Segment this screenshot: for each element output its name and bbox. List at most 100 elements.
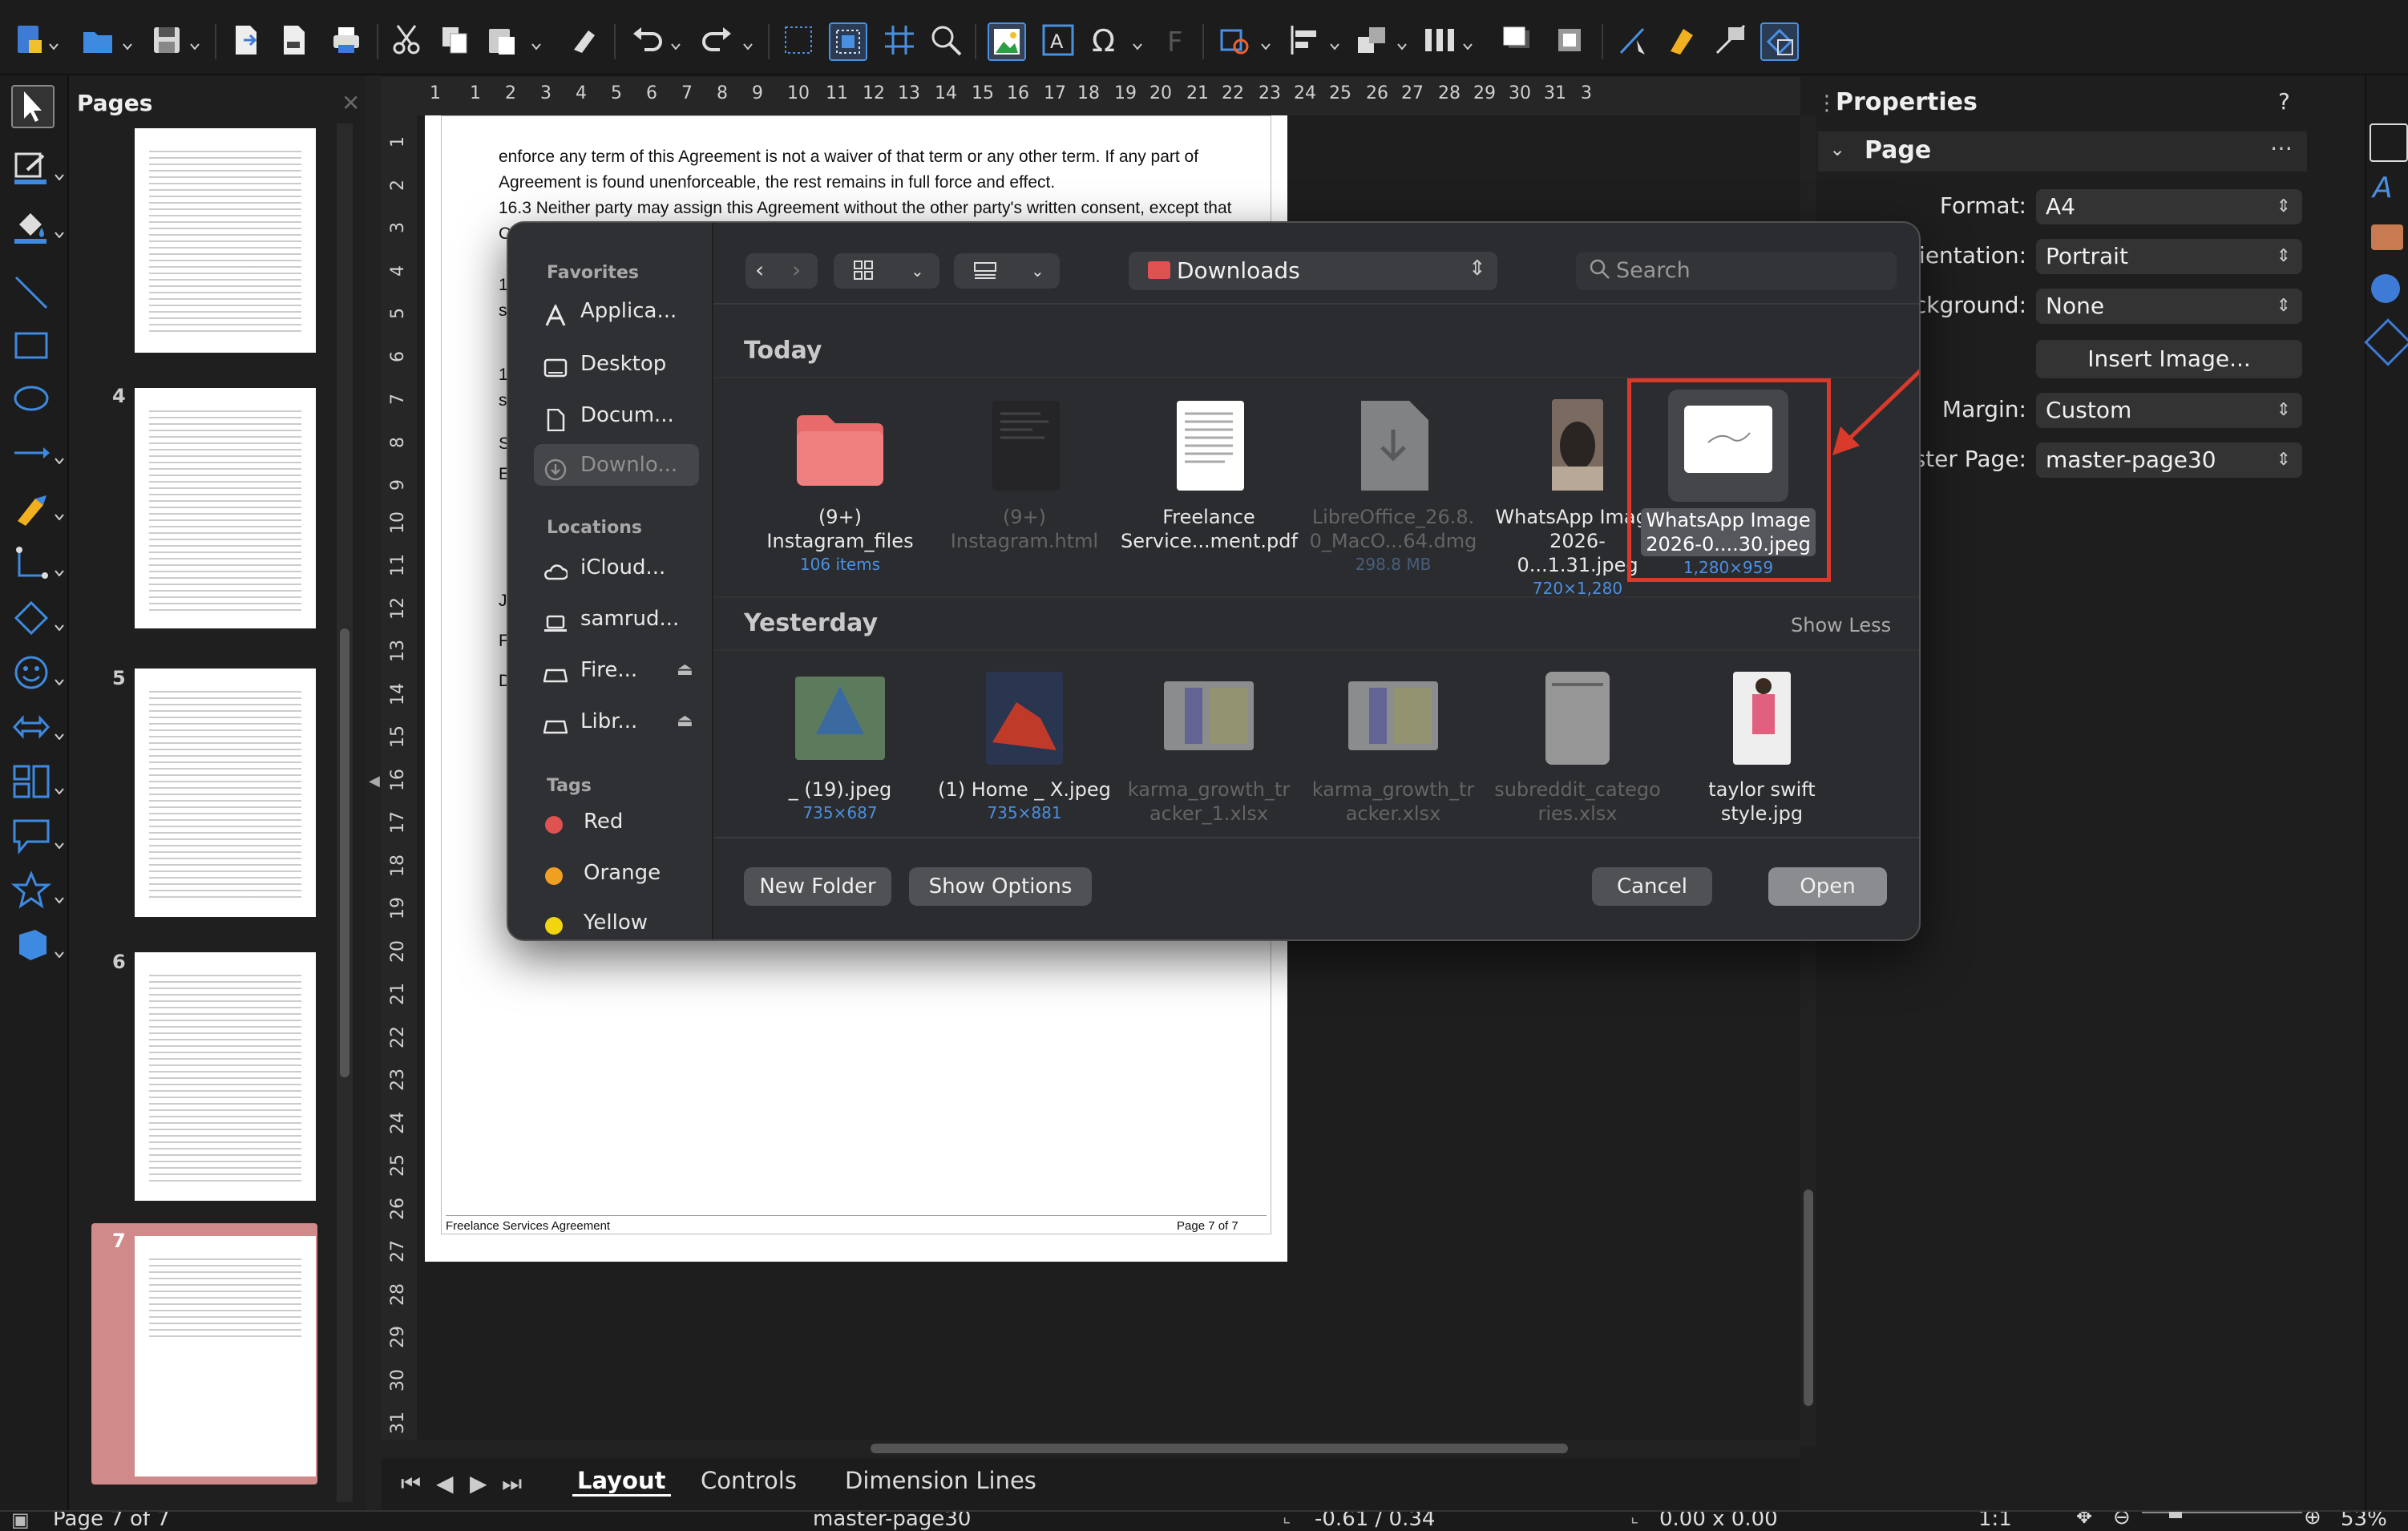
chevron-down-icon[interactable]	[1329, 38, 1340, 50]
zoom-slider[interactable]	[2142, 1512, 2302, 1513]
master-page-select[interactable]: master-page30 ⇕	[2036, 442, 2302, 478]
fit-page-icon[interactable]: ✥	[2076, 1512, 2092, 1528]
page-thumbnail-7[interactable]	[135, 1236, 316, 1476]
properties-deck-icon[interactable]	[2370, 123, 2408, 162]
group-by-button[interactable]: ⌄	[954, 253, 1060, 289]
file-item-selected[interactable]: WhatsApp Image 2026-0....30.jpeg 1,280×9…	[1640, 390, 1816, 577]
chevron-down-icon[interactable]	[1396, 38, 1408, 50]
chevron-down-icon[interactable]	[55, 226, 64, 239]
callout-icon[interactable]	[11, 816, 51, 856]
open-folder-icon[interactable]	[80, 22, 115, 58]
special-character-icon[interactable]: Ω	[1089, 22, 1124, 58]
chevron-down-icon[interactable]	[48, 38, 59, 50]
transform-icon[interactable]	[1217, 22, 1252, 58]
next-page-icon[interactable]: ▶	[470, 1470, 487, 1497]
file-item[interactable]: _ (19).jpeg 735×687	[752, 670, 928, 822]
textbox-icon[interactable]: A	[1040, 22, 1076, 58]
block-arrows-icon[interactable]	[11, 707, 51, 747]
paste-icon[interactable]	[484, 22, 519, 58]
orientation-select[interactable]: Portrait ⇕	[2036, 239, 2302, 274]
more-options-icon[interactable]: ⋯	[2270, 135, 2293, 161]
file-item[interactable]: LibreOffice_26.8. 0_MacO...64.dmg 298.8 …	[1305, 398, 1481, 574]
clear-format-icon[interactable]	[566, 22, 601, 58]
chevron-down-icon[interactable]	[55, 946, 64, 959]
background-select[interactable]: None ⇕	[2036, 289, 2302, 324]
shadow-icon[interactable]	[1501, 22, 1536, 58]
chevron-down-icon[interactable]	[122, 38, 133, 50]
image-icon[interactable]	[988, 22, 1026, 61]
chevron-down-icon[interactable]	[189, 38, 200, 50]
zoom-icon[interactable]	[928, 22, 964, 58]
view-mode-button[interactable]: ⌄	[834, 253, 939, 289]
glue-icon[interactable]	[1664, 22, 1699, 58]
chevron-down-icon[interactable]	[55, 508, 64, 521]
horizontal-ruler[interactable]: 1 1 2 3 4 5 6 7 8 9 10 11 12 13 14 15 16 17 18 19 20 21 22 23 24…	[382, 77, 1800, 115]
document-modified-icon[interactable]: ▣	[11, 1512, 30, 1531]
open-button[interactable]: Open	[1768, 867, 1887, 906]
3d-objects-icon[interactable]	[11, 925, 51, 965]
align-icon[interactable]	[1287, 22, 1323, 58]
chevron-down-icon[interactable]	[55, 619, 64, 632]
prev-page-icon[interactable]: ◀	[436, 1470, 454, 1497]
points-icon[interactable]	[1616, 22, 1651, 58]
sidebar-item-firefox-volume[interactable]: Fire... ⏏	[534, 649, 699, 691]
show-options-button[interactable]: Show Options	[909, 867, 1092, 906]
fill-color-icon[interactable]	[11, 207, 51, 247]
chevron-down-icon[interactable]	[670, 38, 681, 50]
tag-orange[interactable]: Orange	[584, 861, 661, 885]
connector-icon[interactable]	[11, 543, 51, 584]
ellipse-icon[interactable]	[11, 378, 51, 418]
zoom-out-icon[interactable]: ⊖	[2113, 1512, 2131, 1529]
chevron-down-icon[interactable]	[1462, 38, 1473, 50]
forward-icon[interactable]: ›	[792, 257, 801, 283]
sidebar-item-home[interactable]: samrud...	[534, 598, 699, 640]
chevron-down-icon[interactable]	[55, 837, 64, 850]
cut-icon[interactable]	[390, 22, 425, 58]
save-icon[interactable]	[149, 22, 184, 58]
back-icon[interactable]: ‹	[755, 257, 764, 283]
copy-icon[interactable]	[438, 22, 473, 58]
shape-select-icon[interactable]	[1760, 22, 1799, 61]
format-select[interactable]: A4 ⇕	[2036, 189, 2302, 224]
sidebar-item-desktop[interactable]: Desktop	[534, 343, 699, 385]
curve-icon[interactable]	[11, 489, 51, 529]
file-item[interactable]: subreddit_catego ries.xlsx	[1489, 670, 1666, 826]
tag-yellow[interactable]: Yellow	[584, 911, 648, 935]
gallery-deck-icon[interactable]	[2371, 224, 2403, 250]
print-icon[interactable]	[329, 22, 364, 58]
file-item[interactable]: Freelance Service...ment.pdf	[1121, 398, 1298, 553]
file-item[interactable]: taylor swift style.jpg	[1674, 670, 1850, 826]
horizontal-scrollbar[interactable]	[382, 1440, 1800, 1457]
chevron-down-icon[interactable]	[531, 38, 542, 50]
grid-icon[interactable]	[781, 22, 816, 58]
chevron-down-icon[interactable]: ⌄	[1829, 138, 1845, 160]
chevron-down-icon[interactable]	[55, 673, 64, 686]
select-arrow-icon[interactable]	[11, 85, 55, 128]
styles-deck-icon[interactable]: A	[2373, 172, 2393, 204]
lines-arrows-icon[interactable]	[11, 433, 51, 473]
chevron-down-icon[interactable]	[55, 782, 64, 795]
location-popup[interactable]: Downloads ⇕	[1129, 252, 1497, 290]
chevron-down-icon[interactable]	[55, 168, 64, 181]
margin-select[interactable]: Custom ⇕	[2036, 393, 2302, 428]
chevron-down-icon[interactable]	[55, 564, 64, 577]
file-item[interactable]: karma_growth_tr acker_1.xlsx	[1121, 670, 1297, 826]
sidebar-item-downloads[interactable]: Downlo...	[534, 444, 699, 486]
first-page-icon[interactable]: ⏮	[401, 1470, 421, 1497]
line-icon[interactable]	[11, 273, 51, 313]
pages-scrollbar[interactable]	[337, 123, 353, 1502]
shapes-deck-icon[interactable]	[2364, 318, 2408, 366]
page-thumbnail-6[interactable]	[135, 952, 316, 1201]
vertical-ruler[interactable]: 1 2 3 4 5 6 7 8 9 10 11 12 13 14 15 16 17 18 19 20 21 22 23 24 2…	[382, 115, 417, 1446]
file-item[interactable]: (1) Home _ X.jpeg 735×881	[936, 670, 1113, 822]
line-color-icon[interactable]	[11, 149, 51, 189]
export-icon[interactable]	[228, 22, 263, 58]
basic-shapes-icon[interactable]	[11, 598, 51, 638]
rectangle-icon[interactable]	[11, 325, 51, 366]
file-item[interactable]: (9+) Instagram_files 106 items	[752, 398, 928, 574]
page-thumbnail-3[interactable]	[135, 128, 316, 353]
eject-icon[interactable]: ⏏	[677, 649, 693, 691]
search-field[interactable]: Search	[1576, 252, 1897, 290]
zoom-in-icon[interactable]: ⊕	[2304, 1512, 2321, 1529]
help-icon[interactable]: ?	[2278, 88, 2290, 115]
